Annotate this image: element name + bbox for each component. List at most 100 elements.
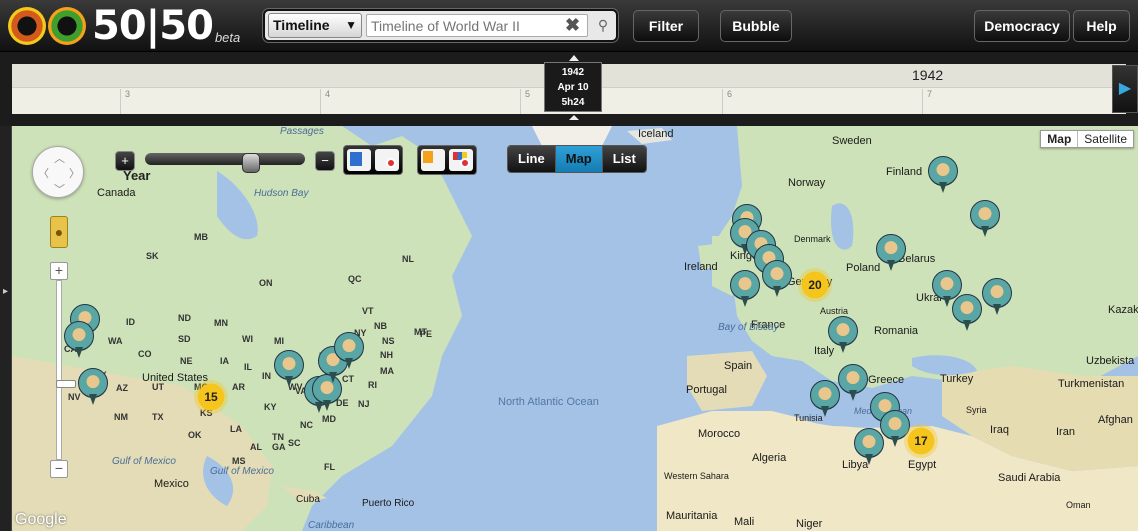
gears-icon	[8, 4, 90, 48]
event-marker[interactable]	[78, 368, 108, 406]
app-root: 50|50 beta Timeline ▼ ✖ ⚲ Filter Bubble …	[0, 0, 1138, 531]
timeline-tick: 3	[120, 89, 130, 114]
cluster-marker[interactable]: 17	[904, 424, 938, 458]
event-marker[interactable]	[274, 350, 304, 388]
label-state: NC	[300, 420, 313, 430]
search-group: Timeline ▼ ✖ ⚲	[263, 9, 618, 42]
clear-search-icon[interactable]: ✖	[565, 15, 580, 35]
tab-map[interactable]: Map	[555, 146, 603, 172]
label-puerto-rico: Puerto Rico	[362, 498, 415, 509]
layer-blue-icon[interactable]	[347, 149, 371, 171]
year-zoom-out-button[interactable]: −	[315, 151, 335, 171]
label-state: OK	[188, 430, 202, 440]
label-state: NL	[402, 254, 414, 264]
event-marker[interactable]	[982, 278, 1012, 316]
cluster-marker[interactable]: 20	[798, 268, 832, 302]
year-slider-label: Year	[123, 168, 151, 183]
label-state: KY	[264, 402, 277, 412]
layer-multicolor-icon[interactable]	[449, 149, 473, 171]
label-romania: Romania	[874, 325, 919, 337]
timeline-tick: 6	[722, 89, 732, 114]
timeline-next-button[interactable]: ▶	[1112, 65, 1138, 113]
pan-control[interactable]: ︿ ﹀ 〈 〉	[32, 146, 84, 198]
event-marker[interactable]	[952, 294, 982, 332]
label-afghanistan: Afghan	[1098, 414, 1133, 426]
label-state: NM	[114, 412, 128, 422]
help-button[interactable]: Help	[1073, 10, 1130, 42]
tab-list[interactable]: List	[602, 146, 646, 172]
label-state: GA	[272, 442, 286, 452]
event-marker[interactable]	[970, 200, 1000, 238]
zoom-in-button[interactable]: +	[50, 262, 68, 280]
pan-right-icon[interactable]: 〉	[69, 165, 80, 181]
layer-red-icon[interactable]	[375, 149, 399, 171]
layer-toggle-group-2	[417, 145, 477, 175]
year-slider-track[interactable]	[145, 153, 305, 173]
layer-orange-icon[interactable]	[421, 149, 445, 171]
pan-down-icon[interactable]: ﹀	[54, 181, 65, 197]
tab-line[interactable]: Line	[508, 146, 556, 172]
zoom-control[interactable]: + −	[50, 262, 76, 478]
pan-up-icon[interactable]: ︿	[54, 150, 65, 166]
cursor-time: 5h24	[561, 97, 585, 108]
label-greece: Greece	[868, 374, 905, 386]
zoom-track[interactable]	[56, 280, 76, 460]
label-state: MS	[232, 456, 246, 466]
search-input[interactable]	[366, 14, 588, 37]
label-state: SD	[178, 334, 191, 344]
label-state: MD	[322, 414, 336, 424]
label-state: TN	[272, 432, 284, 442]
timeline-cursor[interactable]: 1942 Apr 10 5h24	[544, 62, 602, 112]
label-iran: Iran	[1056, 426, 1075, 438]
label-state: ON	[259, 278, 273, 288]
label-state: IN	[262, 371, 271, 381]
label-state: NS	[382, 336, 395, 346]
label-state: IA	[220, 356, 229, 366]
left-panel-edge[interactable]: ▸	[0, 126, 12, 531]
cluster-marker[interactable]: 15	[194, 380, 228, 414]
year-slider-thumb[interactable]	[241, 153, 260, 173]
mode-select-label: Timeline	[273, 17, 330, 33]
cursor-down-icon	[569, 115, 579, 120]
label-turkey: Turkey	[940, 373, 974, 385]
map-type-satellite-button[interactable]: Satellite	[1078, 131, 1133, 147]
layer-toggle-group-1	[343, 145, 403, 175]
event-marker[interactable]	[854, 428, 884, 466]
event-marker[interactable]	[730, 270, 760, 308]
label-mali: Mali	[734, 516, 755, 528]
event-marker[interactable]	[838, 364, 868, 402]
label-state: SC	[288, 438, 301, 448]
label-state: TX	[152, 412, 164, 422]
filter-button[interactable]: Filter	[633, 10, 699, 42]
mode-select[interactable]: Timeline ▼	[268, 13, 362, 38]
label-state: RI	[368, 380, 377, 390]
bubble-button[interactable]: Bubble	[720, 10, 792, 42]
label-north-atlantic: North Atlantic Ocean	[498, 396, 599, 408]
label-egypt: Egypt	[908, 459, 937, 471]
label-finland: Finland	[886, 166, 923, 178]
democracy-button[interactable]: Democracy	[974, 10, 1070, 42]
zoom-thumb[interactable]	[56, 379, 76, 388]
logo-beta: beta	[214, 29, 241, 45]
timeline-year-label: 1942	[912, 67, 944, 83]
map[interactable]: Canada Hudson Bay Passages United States…	[12, 126, 1138, 531]
pegman-icon[interactable]: ●	[50, 216, 68, 248]
event-marker[interactable]	[876, 234, 906, 272]
event-marker[interactable]	[334, 332, 364, 370]
cursor-date: Apr 10	[557, 82, 589, 93]
event-marker[interactable]	[828, 316, 858, 354]
zoom-out-button[interactable]: −	[50, 460, 68, 478]
map-type-map-button[interactable]: Map	[1041, 131, 1079, 147]
label-state: IL	[244, 362, 252, 372]
logo[interactable]: 50|50 beta	[8, 4, 240, 48]
label-spain: Spain	[724, 360, 753, 372]
event-marker[interactable]	[762, 260, 792, 298]
event-marker[interactable]	[64, 321, 94, 359]
timeline-tick: 7	[922, 89, 932, 114]
event-marker[interactable]	[928, 156, 958, 194]
pan-left-icon[interactable]: 〈	[38, 165, 49, 181]
event-marker[interactable]	[810, 380, 840, 418]
label-morocco: Morocco	[698, 428, 741, 440]
label-state: NH	[380, 350, 393, 360]
search-icon[interactable]: ⚲	[592, 14, 614, 37]
